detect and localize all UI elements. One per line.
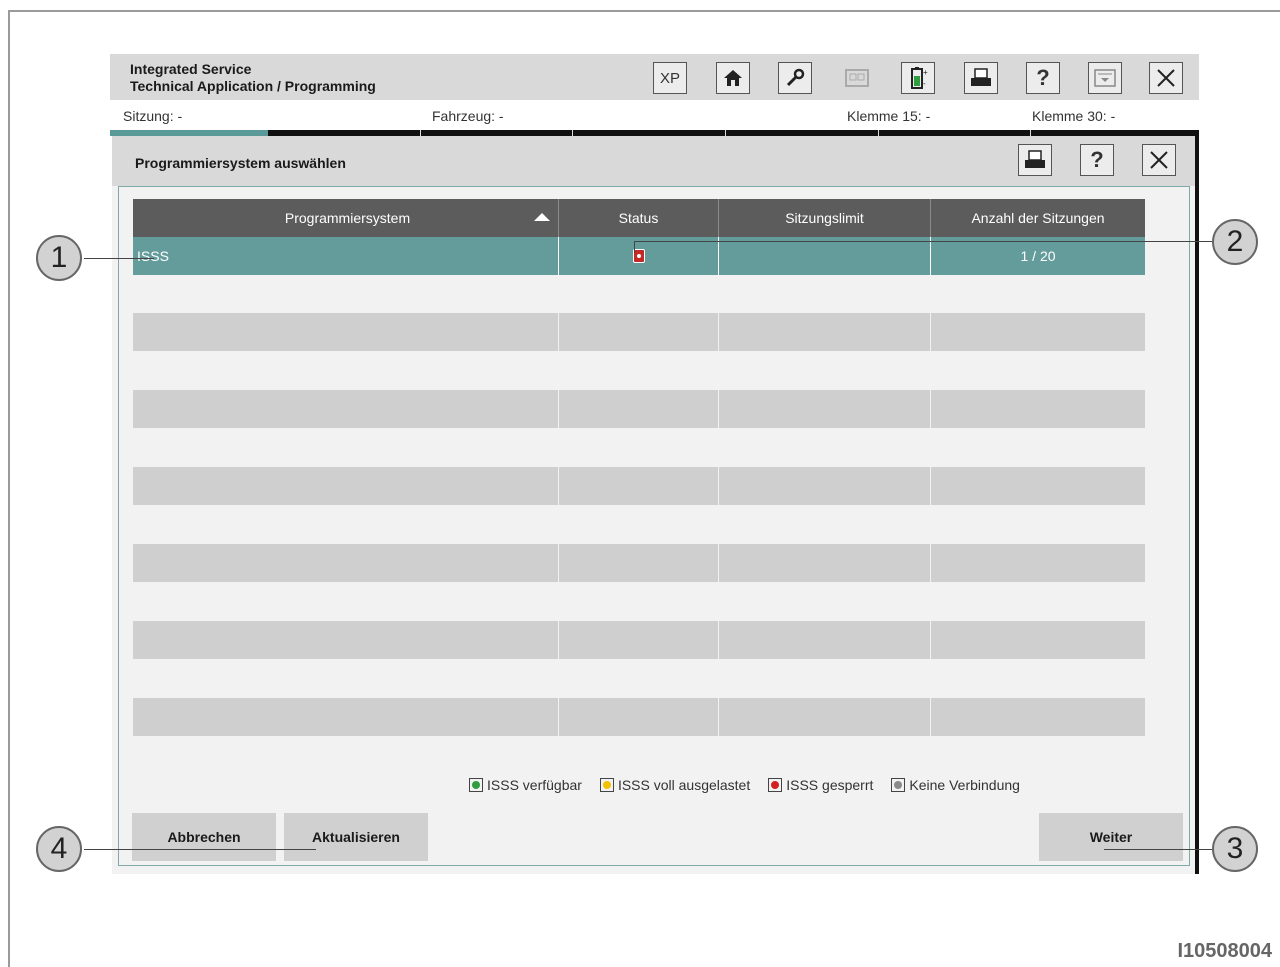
- status-bar: Sitzung: - Fahrzeug: - Klemme 15: - Klem…: [110, 100, 1199, 136]
- dialog-close-button[interactable]: [1142, 144, 1176, 176]
- callout-3: 3: [1212, 826, 1258, 872]
- app-title-line2: Technical Application / Programming: [130, 78, 376, 94]
- column-header-system[interactable]: Programmiersystem: [133, 199, 559, 237]
- programming-system-table: Programmiersystem Status Sitzungslimit A…: [133, 199, 1145, 775]
- minimize-button[interactable]: [1088, 62, 1122, 94]
- cell-status: [559, 237, 719, 275]
- column-header-session-limit[interactable]: Sitzungslimit: [719, 199, 931, 237]
- table-row-empty: [133, 467, 1145, 505]
- print-button[interactable]: [964, 62, 998, 94]
- table-row-empty: [133, 544, 1145, 582]
- cancel-button[interactable]: Abbrechen: [132, 813, 276, 861]
- legend-blocked: ISSS gesperrt: [768, 777, 873, 793]
- callout-2: 2: [1212, 219, 1258, 265]
- terminal15-status: Klemme 15: -: [847, 108, 931, 124]
- table-row-empty: [133, 698, 1145, 736]
- panel-icon: [845, 69, 869, 87]
- svg-text:+: +: [923, 68, 928, 77]
- table-row[interactable]: ISSS 1 / 20: [133, 237, 1145, 275]
- next-button[interactable]: Weiter: [1039, 813, 1183, 861]
- app-window: Integrated Service Technical Application…: [110, 54, 1199, 874]
- status-full-icon: [602, 781, 611, 789]
- print-icon: [971, 68, 991, 86]
- vehicle-status: Fahrzeug: -: [432, 108, 504, 124]
- table-row-empty: [133, 621, 1145, 659]
- callout-4: 4: [36, 826, 82, 872]
- dialog-help-button[interactable]: ?: [1080, 144, 1114, 176]
- app-title-line1: Integrated Service: [130, 61, 252, 77]
- close-app-button[interactable]: [1149, 62, 1183, 94]
- column-header-session-count[interactable]: Anzahl der Sitzungen: [931, 199, 1145, 237]
- refresh-button[interactable]: Aktualisieren: [284, 813, 428, 861]
- xp-button[interactable]: XP: [653, 62, 687, 94]
- minimize-icon: [1094, 69, 1116, 87]
- help-icon: ?: [1036, 65, 1050, 90]
- battery-icon: +-: [911, 67, 928, 89]
- service-button[interactable]: [778, 62, 812, 94]
- home-button[interactable]: [716, 62, 750, 94]
- battery-button[interactable]: + -: [901, 62, 935, 94]
- column-header-status[interactable]: Status: [559, 199, 719, 237]
- dialog-header: Programmiersystem auswählen ?: [112, 136, 1195, 186]
- legend-no-connection: Keine Verbindung: [891, 777, 1020, 793]
- dialog-title: Programmiersystem auswählen: [135, 155, 346, 171]
- table-header: Programmiersystem Status Sitzungslimit A…: [133, 199, 1145, 237]
- legend-available: ISSS verfügbar: [469, 777, 582, 793]
- title-bar: Integrated Service Technical Application…: [110, 54, 1199, 100]
- print-icon: [1025, 150, 1045, 168]
- close-icon: [1150, 151, 1168, 169]
- wrench-icon: [786, 68, 805, 87]
- figure-id: I10508004: [1177, 940, 1272, 962]
- panel-button[interactable]: [840, 62, 874, 94]
- cell-session-limit: [719, 237, 931, 275]
- cell-system: ISSS: [133, 237, 559, 275]
- status-no-connection-icon: [894, 781, 903, 789]
- status-available-icon: [472, 781, 480, 789]
- select-programming-system-dialog: Programmiersystem auswählen ? Programmie…: [112, 136, 1199, 874]
- dialog-print-button[interactable]: [1018, 144, 1052, 176]
- status-blocked-icon: [771, 781, 780, 789]
- legend-full: ISSS voll ausgelastet: [599, 777, 750, 793]
- svg-text:-: -: [923, 79, 926, 88]
- terminal30-status: Klemme 30: -: [1032, 108, 1116, 124]
- close-icon: [1157, 69, 1175, 87]
- callout-1: 1: [36, 235, 82, 281]
- help-button[interactable]: ?: [1026, 62, 1060, 94]
- table-row-empty: [133, 313, 1145, 351]
- sort-ascending-icon: [534, 213, 550, 221]
- table-row-empty: [133, 390, 1145, 428]
- cell-session-count: 1 / 20: [1020, 248, 1056, 264]
- status-legend: ISSS verfügbar ISSS voll ausgelastet ISS…: [469, 775, 1020, 795]
- dialog-body: Programmiersystem Status Sitzungslimit A…: [118, 186, 1190, 866]
- session-status: Sitzung: -: [123, 108, 183, 124]
- home-icon: [724, 70, 742, 86]
- help-icon: ?: [1090, 147, 1104, 172]
